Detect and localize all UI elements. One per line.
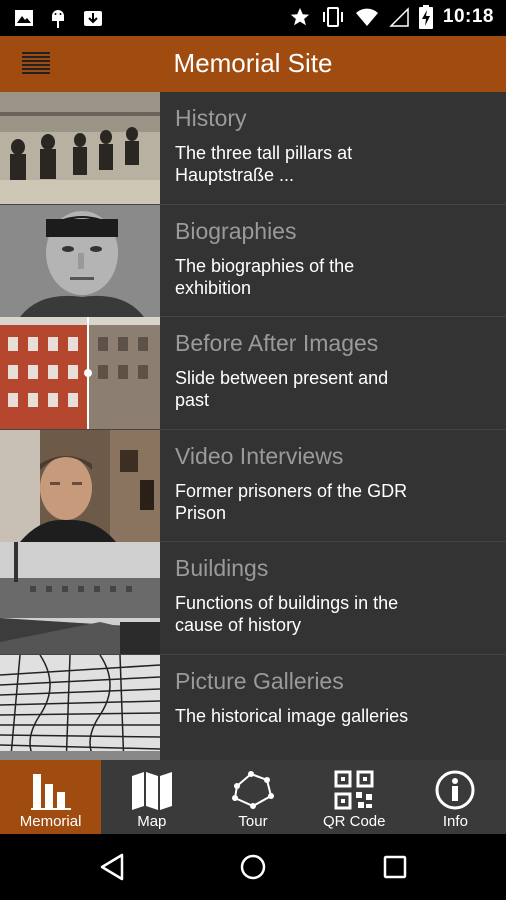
- status-bar: 10:18: [0, 0, 506, 36]
- android-icon: [52, 10, 64, 28]
- image-icon: [15, 10, 33, 26]
- main-menu-list: History The three tall pillars at Haupts…: [0, 92, 506, 760]
- nav-label: Memorial: [19, 813, 82, 830]
- list-item-title: Biographies: [175, 217, 297, 244]
- picture-galleries-thumbnail: [0, 654, 160, 760]
- list-item-subtitle: Functions of buildings in the cause of h…: [175, 593, 399, 635]
- nav-info[interactable]: Info: [405, 760, 506, 834]
- recent-apps-icon[interactable]: [380, 852, 410, 882]
- back-icon[interactable]: [98, 852, 128, 882]
- list-item-subtitle: The three tall pillars at Hauptstraße ..…: [175, 143, 353, 185]
- tour-icon: [232, 771, 274, 809]
- nav-map[interactable]: Map: [101, 760, 202, 834]
- home-icon[interactable]: [238, 852, 268, 882]
- list-item-subtitle: The historical image galleries: [175, 705, 409, 726]
- video-interviews-thumbnail: [0, 429, 160, 542]
- page-title: Memorial Site: [173, 48, 333, 78]
- history-thumbnail: [0, 92, 160, 204]
- list-item-buildings[interactable]: Buildings Functions of buildings in the …: [0, 542, 506, 655]
- signal-icon: [389, 7, 409, 27]
- qr-code-icon: [334, 770, 374, 810]
- list-item-title: History: [175, 105, 247, 131]
- download-icon: [84, 11, 102, 26]
- bar-chart-icon: [30, 774, 71, 810]
- list-item-title: Before After Images: [175, 330, 379, 356]
- nav-memorial[interactable]: Memorial: [0, 760, 102, 834]
- list-item-subtitle: Former prisoners of the GDR Prison: [175, 480, 408, 523]
- vibrate-icon: [322, 7, 343, 27]
- list-item-picture-galleries[interactable]: Picture Galleries The historical image g…: [0, 654, 506, 760]
- list-item-subtitle: Slide between present and past: [175, 368, 389, 410]
- buildings-thumbnail: [0, 542, 160, 654]
- map-icon: [131, 772, 172, 810]
- battery-charging-icon: [418, 5, 433, 29]
- list-item-title: Video Interviews: [175, 442, 344, 469]
- nav-tour[interactable]: Tour: [202, 760, 303, 834]
- wifi-icon: [355, 8, 378, 26]
- app-bar: Memorial Site: [0, 36, 506, 92]
- list-item-history[interactable]: History The three tall pillars at Haupts…: [0, 92, 506, 205]
- info-icon: [435, 770, 475, 810]
- nav-qr-code[interactable]: QR Code: [304, 760, 405, 834]
- biographies-thumbnail: [0, 204, 160, 317]
- before-after-thumbnail: [0, 317, 160, 429]
- list-item-biographies[interactable]: Biographies The biographies of the exhib…: [0, 204, 506, 317]
- nav-label: Info: [442, 813, 468, 830]
- list-item-video-interviews[interactable]: Video Interviews Former prisoners of the…: [0, 429, 506, 542]
- list-item-before-after-images[interactable]: Before After Images Slide between presen…: [0, 317, 506, 430]
- nav-label: Tour: [238, 813, 268, 830]
- nav-label: QR Code: [322, 813, 386, 830]
- status-time: 10:18: [442, 6, 494, 27]
- list-item-subtitle: The biographies of the exhibition: [175, 255, 355, 298]
- list-item-title: Buildings: [175, 555, 269, 581]
- star-icon: [290, 7, 310, 26]
- bottom-navigation: Memorial Map Tour QR Code Info: [0, 760, 506, 834]
- system-navigation-bar: [0, 834, 506, 900]
- list-item-title: Picture Galleries: [175, 667, 344, 694]
- nav-label: Map: [137, 813, 167, 830]
